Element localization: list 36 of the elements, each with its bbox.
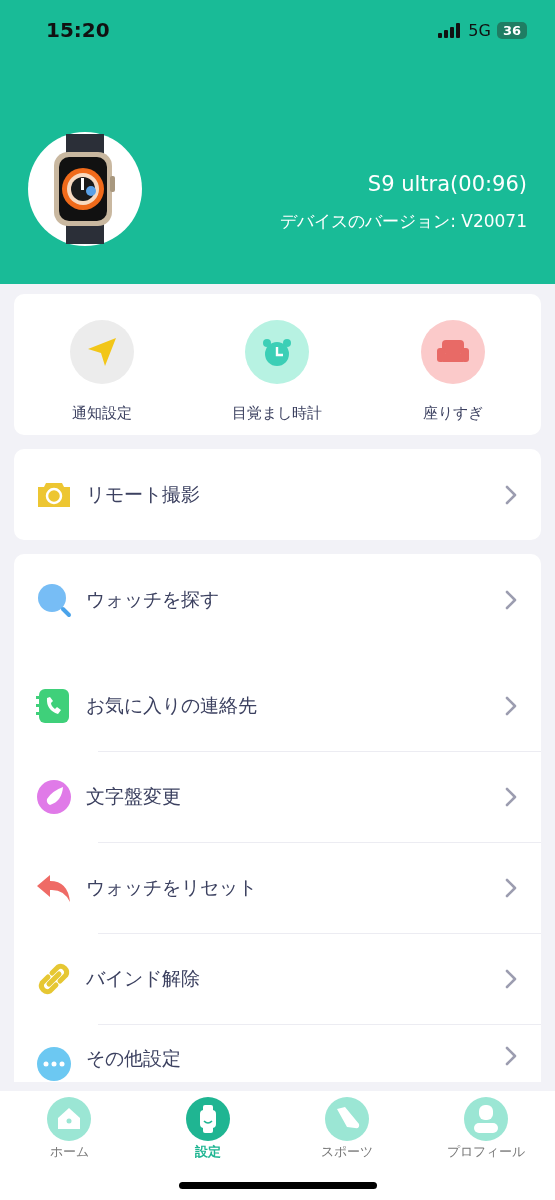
quick-action[interactable]: 目覚まし時計 <box>202 320 353 423</box>
menu-item[interactable]: 文字盤変更 <box>14 751 541 842</box>
signal-icon <box>438 22 463 38</box>
chevron-icon <box>505 786 517 807</box>
menu-item[interactable]: リモート撮影 <box>14 449 541 540</box>
battery-indicator: 36 <box>496 21 527 39</box>
shoe-icon <box>324 1097 369 1141</box>
chevron-icon <box>505 589 517 610</box>
network-label: 5G <box>468 20 491 40</box>
dial-icon <box>36 778 72 815</box>
chevron-icon <box>505 1046 517 1066</box>
device-name: S9 ultra(00:96) <box>367 171 527 196</box>
menu-item[interactable]: ウォッチをリセット <box>14 842 541 933</box>
alarm-clock-icon <box>261 336 294 368</box>
menu-item[interactable]: お気に入りの連絡先 <box>14 660 541 751</box>
tab[interactable]: プロフィール <box>430 1097 541 1161</box>
menu-item[interactable]: その他設定 <box>14 1024 541 1082</box>
status-time: 15:20 <box>46 18 110 42</box>
chevron-icon <box>505 695 517 716</box>
phone-book-icon <box>36 687 70 724</box>
profile-icon <box>463 1097 508 1141</box>
chevron-icon <box>505 968 517 989</box>
home-icon <box>47 1097 92 1141</box>
watch-icon <box>186 1097 231 1141</box>
search-icon <box>36 581 72 618</box>
quick-action[interactable]: 座りすぎ <box>378 320 529 423</box>
menu-item[interactable]: バインド解除 <box>14 933 541 1024</box>
tab[interactable]: スポーツ <box>291 1097 402 1161</box>
reply-arrow-icon <box>36 872 72 903</box>
menu-item[interactable]: ウォッチを探す <box>14 554 541 645</box>
quick-action[interactable]: 通知設定 <box>26 320 177 423</box>
device-version: デバイスのバージョン: V20071 <box>280 209 527 233</box>
camera-icon <box>36 480 72 509</box>
chevron-icon <box>505 484 517 505</box>
tab[interactable]: ホーム <box>14 1097 125 1161</box>
chevron-icon <box>505 877 517 898</box>
